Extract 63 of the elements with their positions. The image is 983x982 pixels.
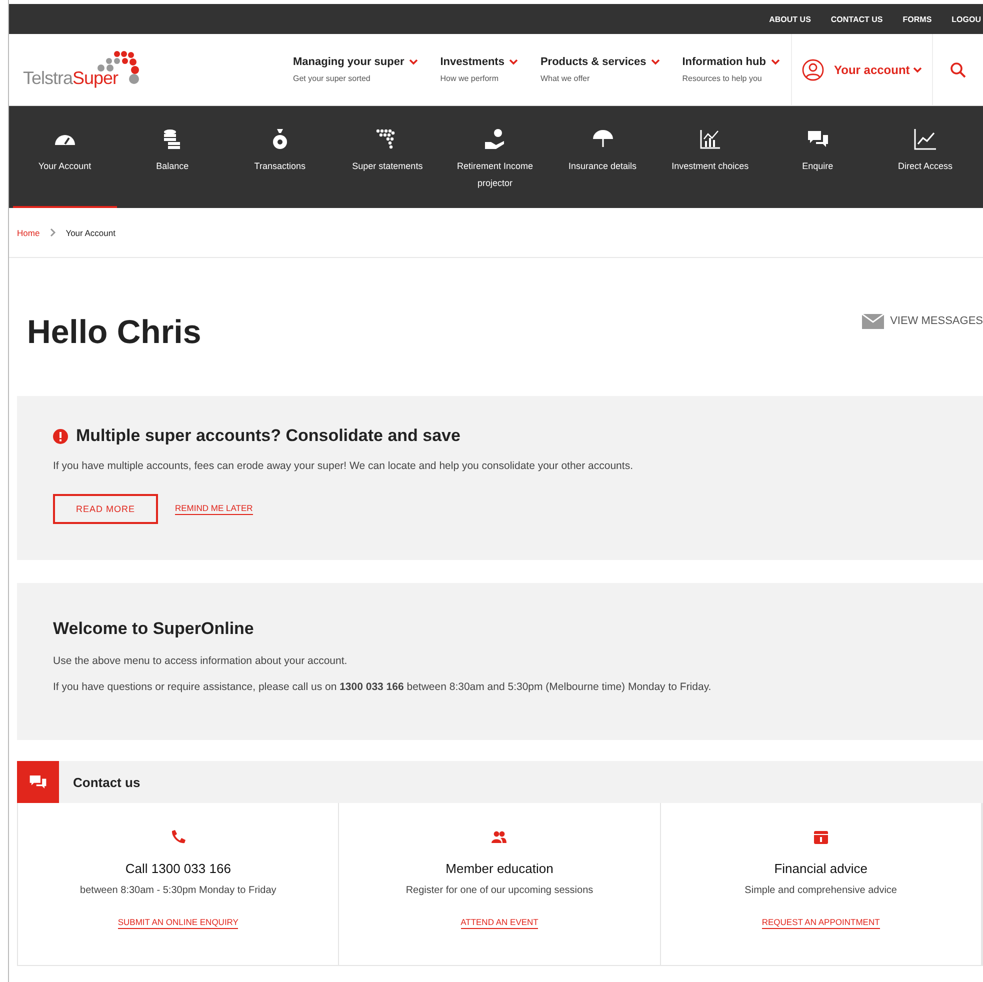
utility-link[interactable]: LOGOU: [952, 14, 981, 24]
welcome-text: If you have questions or require assistance, please call us on 1300 033 166 between 8:30am and 5:30pm (Melbourne time) Monday to Friday.: [53, 681, 712, 693]
breadcrumb-link[interactable]: Home: [17, 228, 40, 238]
nav-menu-subtitle: Get your super sorted: [293, 74, 372, 83]
contact-card-text: Simple and comprehensive advice: [744, 885, 897, 896]
account-menu-link[interactable]: Your account: [834, 62, 922, 76]
read-more-button[interactable]: READ MORE: [53, 494, 158, 524]
section-nav-tab[interactable]: Transactions: [228, 106, 332, 208]
logo[interactable]: TelstraSuper: [9, 34, 293, 105]
chevron-down-icon: [409, 59, 418, 65]
breadcrumb-current: Your Account: [66, 228, 116, 238]
section-nav-tab[interactable]: Insurance details: [550, 106, 654, 208]
search-icon[interactable]: [950, 62, 966, 78]
chevron-down-icon: [912, 66, 922, 72]
calendar-icon: [812, 829, 829, 845]
remind-me-later-link[interactable]: REMIND ME LATER: [175, 503, 253, 515]
chevron-down-icon: [651, 59, 660, 65]
section-nav-tab[interactable]: Your Account: [13, 106, 117, 208]
greeting-heading: Hello Chris: [27, 313, 202, 352]
contact-card-link[interactable]: ATTEND AN EVENT: [460, 917, 538, 929]
contact-card-title: Member education: [446, 861, 554, 876]
umbrella-icon: [590, 128, 615, 150]
contact-title: Contact us: [73, 774, 140, 790]
alert-text: If you have multiple accounts, fees can erode away your super! We can locate and help you consolidate your other accounts.: [53, 460, 634, 472]
section-nav-tab[interactable]: Direct Access: [873, 106, 977, 208]
nav-menu-subtitle: How we perform: [440, 74, 500, 83]
nav-menu-subtitle: Resources to help you: [682, 74, 763, 83]
section-nav-tab[interactable]: Retirement Income projector: [443, 106, 547, 208]
alert-icon: [53, 428, 68, 444]
nav-menu-subtitle: What we offer: [540, 74, 591, 83]
contact-card-title: Call 1300 033 166: [125, 861, 231, 876]
welcome-title: Welcome to SuperOnline: [53, 619, 255, 639]
hand-coin-icon: [482, 128, 507, 150]
utility-link[interactable]: CONTACT US: [830, 14, 883, 24]
section-nav-tab[interactable]: Super statements: [336, 106, 440, 208]
nav-menu-link[interactable]: Managing your super: [293, 56, 418, 68]
section-nav-tab[interactable]: Enquire: [766, 106, 870, 208]
line-chart-icon: [913, 128, 938, 150]
nav-menu-link[interactable]: Products & services: [540, 56, 660, 68]
utility-link[interactable]: ABOUT US: [769, 14, 811, 24]
welcome-text: Use the above menu to access information about your account.: [53, 655, 348, 667]
logo-text: TelstraSuper: [23, 68, 118, 89]
chevron-down-icon: [509, 59, 518, 65]
alert-title: Multiple super accounts? Consolidate and save: [76, 426, 460, 446]
chevron-right-icon: [50, 228, 56, 237]
people-icon: [491, 829, 508, 845]
chat-icon: [17, 761, 59, 803]
bar-chart-icon: [698, 128, 722, 150]
nav-menu-link[interactable]: Information hub: [682, 56, 780, 68]
phone-icon: [170, 829, 186, 845]
contact-card-link[interactable]: SUBMIT AN ONLINE ENQUIRY: [118, 917, 238, 929]
utility-link[interactable]: FORMS: [902, 14, 932, 24]
chevron-down-icon: [770, 59, 780, 65]
section-nav-tab[interactable]: Balance: [120, 106, 224, 208]
contact-card-title: Financial advice: [774, 861, 868, 876]
contact-card-text: Register for one of our upcoming sessions: [406, 885, 594, 896]
contact-card-link[interactable]: REQUEST AN APPOINTMENT: [762, 917, 880, 929]
contact-card-text: between 8:30am - 5:30pm Monday to Friday: [80, 885, 276, 896]
envelope-icon: [862, 314, 884, 328]
section-nav-tab[interactable]: Investment choices: [658, 106, 762, 208]
nav-menu-link[interactable]: Investments: [440, 56, 518, 68]
user-icon: [802, 58, 824, 80]
view-messages-link[interactable]: VIEW MESSAGES: [862, 313, 983, 329]
